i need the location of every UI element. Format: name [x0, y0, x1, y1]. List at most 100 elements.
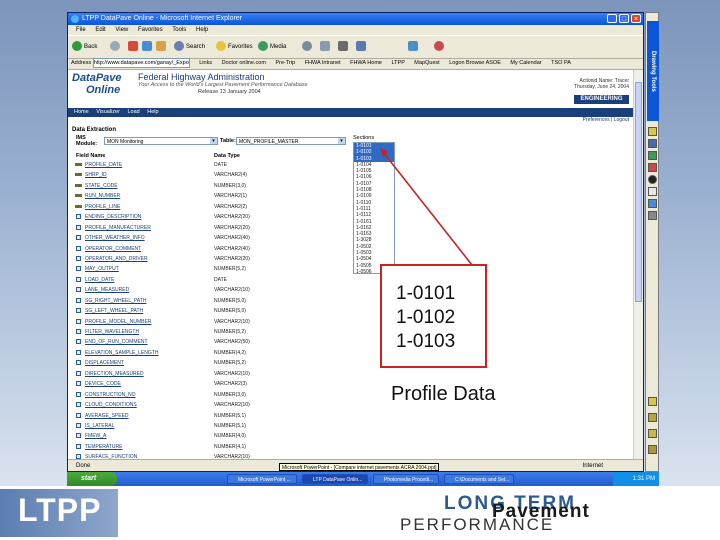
search-button[interactable]: Search — [174, 39, 205, 55]
field-name[interactable]: END_OF_RUN_COMMENT — [85, 337, 148, 347]
select-icon[interactable] — [648, 139, 657, 148]
messenger-button[interactable] — [434, 39, 446, 55]
field-checkbox[interactable] — [76, 235, 81, 241]
line-style-icon[interactable] — [648, 445, 657, 454]
field-checkbox[interactable] — [76, 255, 81, 261]
field-checkbox[interactable] — [76, 391, 81, 397]
link-fhwa-home[interactable]: FHWA Home — [350, 60, 382, 66]
field-checkbox[interactable] — [76, 276, 81, 282]
field-checkbox[interactable] — [76, 412, 81, 418]
shape-icon[interactable] — [648, 163, 657, 172]
link-fhwa-intranet[interactable]: FHWA Intranet — [305, 60, 341, 66]
history-button[interactable] — [302, 39, 314, 55]
line-color-icon[interactable] — [648, 413, 657, 422]
vertical-scrollbar[interactable] — [633, 70, 643, 470]
task-photomedia[interactable]: Photomedia Procedi... — [373, 474, 439, 484]
sections-listbox[interactable]: 1-0101 1-0102 1-0103 1-0104 1-0105 1-0106 1-01… — [353, 142, 395, 274]
forward-button[interactable] — [110, 39, 122, 55]
mail-button[interactable] — [320, 39, 332, 55]
start-button[interactable]: start — [67, 472, 117, 486]
field-name[interactable]: AVERAGE_SPEED — [85, 411, 129, 421]
field-name[interactable]: ENDING_DESCRIPTION — [85, 212, 141, 222]
oval-icon[interactable] — [648, 175, 657, 184]
field-name[interactable]: FILTER_WAVELENGTH — [85, 327, 139, 337]
rotate-icon[interactable] — [648, 151, 657, 160]
nav-help[interactable]: Help — [147, 109, 158, 115]
nav-visualizer[interactable]: Visualizer — [96, 109, 120, 115]
field-name[interactable]: PROFILE_MODEL_NUMBER — [85, 317, 151, 327]
datapave-logo[interactable]: DataPave Online — [72, 72, 132, 102]
field-name[interactable]: DEVICE_CODE — [85, 379, 121, 389]
menu-view[interactable]: View — [115, 27, 128, 33]
field-name[interactable]: MAY_OUTPUT — [85, 264, 119, 274]
home-button[interactable] — [156, 39, 168, 55]
media-button[interactable]: Media — [258, 39, 286, 55]
field-name[interactable]: OPERATOR_AND_DRIVER — [85, 254, 148, 264]
field-name[interactable]: TEMPERATURE — [85, 442, 122, 452]
maximize-button[interactable]: □ — [619, 14, 629, 23]
field-checkbox[interactable] — [76, 349, 81, 355]
link-doctor-online[interactable]: Doctor online.com — [222, 60, 266, 66]
field-name[interactable]: SG_RIGHT_WHEEL_PATH — [85, 296, 147, 306]
field-checkbox[interactable] — [76, 360, 81, 366]
field-checkbox[interactable] — [76, 370, 81, 376]
field-checkbox[interactable] — [76, 245, 81, 251]
preferences-logout-links[interactable]: Preferences | Logout — [583, 117, 629, 123]
favorites-button[interactable]: Favorites — [216, 39, 253, 55]
field-checkbox[interactable] — [76, 339, 81, 345]
field-checkbox[interactable] — [76, 422, 81, 428]
field-name[interactable]: STATE_CODE — [85, 181, 118, 191]
field-name[interactable]: OTHER_WEATHER_INFO — [85, 233, 145, 243]
link-my-calendar[interactable]: My Calendar — [510, 60, 541, 66]
field-checkbox[interactable] — [76, 308, 81, 314]
field-checkbox[interactable] — [76, 433, 81, 439]
system-tray-clock[interactable]: 1:31 PM — [613, 472, 659, 486]
field-name[interactable]: LOAD_DATE — [85, 275, 114, 285]
field-name[interactable]: SHRP_ID — [85, 170, 107, 180]
field-checkbox[interactable] — [76, 402, 81, 408]
font-color-icon[interactable] — [648, 429, 657, 438]
field-name[interactable]: FMEW_A — [85, 431, 106, 441]
task-datapave[interactable]: LTP DataPave Onlin... — [302, 474, 368, 484]
field-checkbox[interactable] — [76, 381, 81, 387]
field-checkbox[interactable] — [76, 318, 81, 324]
nav-load[interactable]: Load — [127, 109, 139, 115]
field-checkbox[interactable] — [76, 287, 81, 293]
edit-button[interactable] — [356, 39, 368, 55]
window-titlebar[interactable]: LTPP DataPave Online - Microsoft Interne… — [68, 13, 643, 25]
menu-tools[interactable]: Tools — [172, 27, 186, 33]
field-name[interactable]: IS_LATERAL — [85, 421, 114, 431]
link-tso-pa[interactable]: TSO PA — [551, 60, 571, 66]
stop-button[interactable] — [128, 39, 140, 55]
field-checkbox[interactable] — [76, 266, 81, 272]
field-name[interactable]: CLOUD_CONDITIONS — [85, 400, 137, 410]
print-button[interactable] — [338, 39, 350, 55]
link-pre-trip[interactable]: Pre-Trip — [275, 60, 295, 66]
refresh-button[interactable] — [142, 39, 154, 55]
menu-favorites[interactable]: Favorites — [138, 27, 163, 33]
back-button[interactable]: Back — [72, 39, 97, 55]
draw-icon[interactable] — [648, 127, 657, 136]
scrollbar-thumb[interactable] — [635, 82, 642, 302]
link-mapquest[interactable]: MapQuest — [414, 60, 439, 66]
task-powerpoint[interactable]: Microsoft PowerPoint ... — [227, 474, 297, 484]
field-name[interactable]: OPERATOR_COMMENT — [85, 244, 141, 254]
ims-module-select[interactable]: MON Monitoring ▾ — [104, 137, 218, 145]
textbox-icon[interactable] — [648, 187, 657, 196]
field-name[interactable]: SG_LEFT_WHEEL_PATH — [85, 306, 143, 316]
link-ltpp[interactable]: LTPP — [392, 60, 405, 66]
field-name[interactable]: PROFILE_DATE — [85, 160, 122, 170]
link-logon-browse[interactable]: Logon Browse ASOE — [449, 60, 501, 66]
menu-edit[interactable]: Edit — [95, 27, 105, 33]
field-name[interactable]: RUN_NUMBER — [85, 191, 120, 201]
field-name[interactable]: PROFILE_LINE — [85, 202, 120, 212]
discuss-button[interactable] — [408, 39, 420, 55]
minimize-button[interactable]: _ — [607, 14, 617, 23]
field-checkbox[interactable] — [76, 329, 81, 334]
field-name[interactable]: DISPLACEMENT — [85, 358, 124, 368]
nav-home[interactable]: Home — [74, 109, 89, 115]
wordart-icon[interactable] — [648, 199, 657, 208]
field-checkbox[interactable] — [76, 224, 81, 230]
field-name[interactable]: DIRECTION_MEASURED — [85, 369, 144, 379]
field-checkbox[interactable] — [76, 214, 81, 220]
